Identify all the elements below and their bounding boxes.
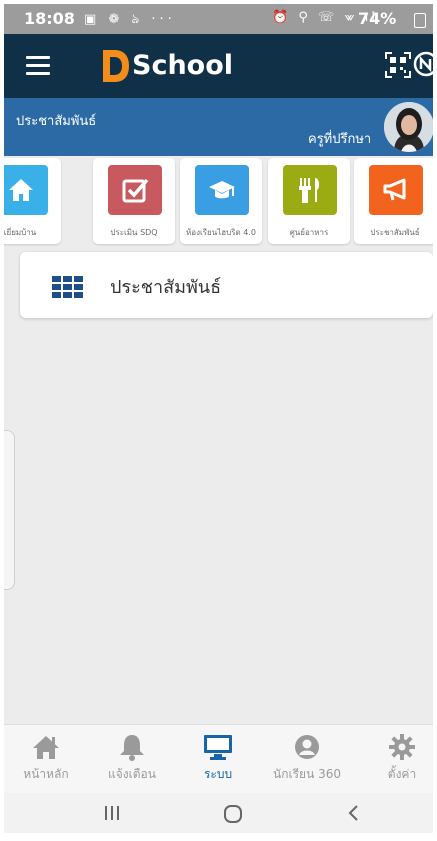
hamburger-icon[interactable] — [26, 56, 50, 76]
menu-card-label: ห้องเรียนไฮบริด 4.0 — [186, 228, 256, 237]
home-icon — [9, 179, 33, 201]
menu-card-tile — [4, 165, 48, 215]
megaphone-icon — [383, 178, 406, 201]
monitor-icon — [204, 735, 232, 760]
menu-card-tile — [369, 165, 423, 215]
nav-label: นักเรียน 360 — [273, 767, 341, 781]
user-circle-icon — [295, 735, 319, 759]
logo-d-icon — [103, 50, 129, 82]
system-nav-bar — [4, 793, 433, 833]
menu-card-tile — [108, 165, 162, 215]
menu-card-tile — [283, 165, 337, 215]
circle-n-icon[interactable] — [412, 50, 433, 78]
drawer-handle[interactable] — [4, 430, 15, 590]
menu-card-hybrid-classroom[interactable]: ห้องเรียนไฮบริด 4.0 — [180, 158, 262, 244]
menu-card-food-center[interactable]: ศูนย์อาหาร — [268, 158, 350, 244]
back-icon[interactable] — [345, 803, 363, 823]
status-time: 18:08 — [24, 9, 75, 28]
recent-apps-icon[interactable] — [102, 803, 122, 823]
section-title: ประชาสัมพันธ์ — [110, 277, 222, 298]
avatar[interactable] — [384, 102, 433, 152]
utensils-icon — [299, 178, 320, 203]
profile-page-label: ประชาสัมพันธ์ — [16, 114, 97, 129]
status-bar: 18:08 ▣ ❁ ঌ ··· ⏰ ⚲ ☏ ⩖ ıl 74% — [4, 4, 433, 34]
nav-label: หน้าหลัก — [23, 767, 69, 781]
grid-icon — [52, 276, 83, 298]
menu-card-label: ศูนย์อาหาร — [289, 228, 329, 237]
battery-percent: 74% — [358, 9, 397, 28]
menu-card-label: เยี่ยมบ้าน — [4, 228, 37, 237]
menu-card-label: ประเมิน SDQ — [110, 228, 158, 237]
menu-card-public-relations[interactable]: ประชาสัมพันธ์ — [354, 158, 433, 244]
nav-label: แจ้งเตือน — [108, 767, 156, 781]
notification-icons: ▣ ❁ ঌ ··· — [84, 12, 176, 27]
graduation-cap-icon — [209, 181, 235, 199]
qr-scan-icon[interactable] — [385, 52, 411, 78]
menu-card-home-visit[interactable]: เยี่ยมบ้าน — [4, 158, 61, 244]
checkbox-icon — [122, 178, 149, 203]
nav-student-360[interactable]: นักเรียน 360 — [264, 733, 350, 789]
battery-icon — [414, 13, 426, 28]
phone-screen: 18:08 ▣ ❁ ঌ ··· ⏰ ⚲ ☏ ⩖ ıl 74% School ปร… — [4, 4, 433, 833]
profile-role: ครูที่ปรึกษา — [308, 132, 372, 147]
home-icon — [33, 736, 59, 759]
quick-menu-row: เยี่ยมบ้าน ประเมิน SDQ ห้องเรียนไฮบริด 4… — [4, 156, 433, 248]
bell-icon — [120, 735, 144, 761]
home-button-icon[interactable] — [222, 803, 244, 825]
nav-system[interactable]: ระบบ — [175, 733, 261, 789]
menu-card-tile — [195, 165, 249, 215]
bottom-nav: หน้าหลัก แจ้งเตือน ระบบ นักเรียน 360 ตั้… — [4, 724, 433, 793]
app-bar: School — [4, 34, 433, 98]
menu-card-sdq[interactable]: ประเมิน SDQ — [93, 158, 175, 244]
nav-label: ระบบ — [203, 767, 233, 781]
avatar-portrait-icon — [384, 102, 433, 152]
nav-home[interactable]: หน้าหลัก — [4, 733, 89, 789]
menu-card-label: ประชาสัมพันธ์ — [370, 228, 420, 237]
profile-bar: ประชาสัมพันธ์ ครูที่ปรึกษา — [4, 98, 433, 156]
nav-settings[interactable]: ตั้งค่า — [359, 733, 433, 789]
nav-notifications[interactable]: แจ้งเตือน — [89, 733, 175, 789]
logo-text: School — [132, 50, 234, 81]
nav-label: ตั้งค่า — [387, 767, 417, 781]
gear-icon — [389, 734, 415, 760]
public-relations-section[interactable]: ประชาสัมพันธ์ — [20, 252, 433, 318]
